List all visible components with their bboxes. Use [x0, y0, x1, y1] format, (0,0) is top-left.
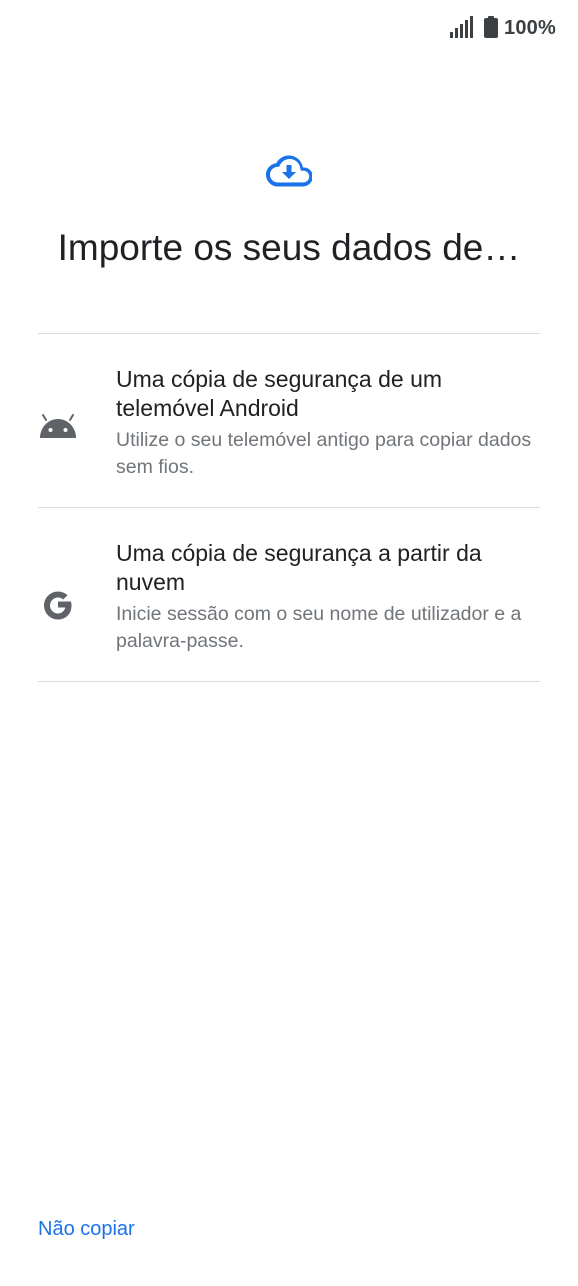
option-android-backup[interactable]: Uma cópia de segurança de um telemóvel A…: [38, 334, 540, 507]
status-bar: 100%: [0, 0, 578, 56]
cloud-download-icon: [266, 155, 312, 187]
option-cloud-backup[interactable]: Uma cópia de segurança a partir da nuvem…: [38, 508, 540, 681]
google-g-icon: [44, 591, 72, 620]
option-title: Uma cópia de segurança a partir da nuvem: [116, 540, 482, 595]
skip-copy-button[interactable]: Não copiar: [38, 1215, 135, 1243]
option-subtitle: Utilize o seu telemóvel antigo para copi…: [116, 429, 532, 478]
battery-icon: [484, 16, 498, 38]
option-subtitle: Inicie sessão com o seu nome de utilizad…: [116, 603, 522, 652]
signal-icon: [450, 16, 473, 38]
battery-percent: 100%: [504, 17, 556, 39]
android-icon: [40, 414, 76, 438]
divider: [38, 681, 540, 682]
option-title: Uma cópia de segurança de um telemóvel A…: [116, 366, 443, 421]
page-title: Importe os seus dados de…: [57, 227, 521, 268]
setup-screen: 100% Importe os seus dados de… Uma cópia…: [0, 0, 578, 1286]
